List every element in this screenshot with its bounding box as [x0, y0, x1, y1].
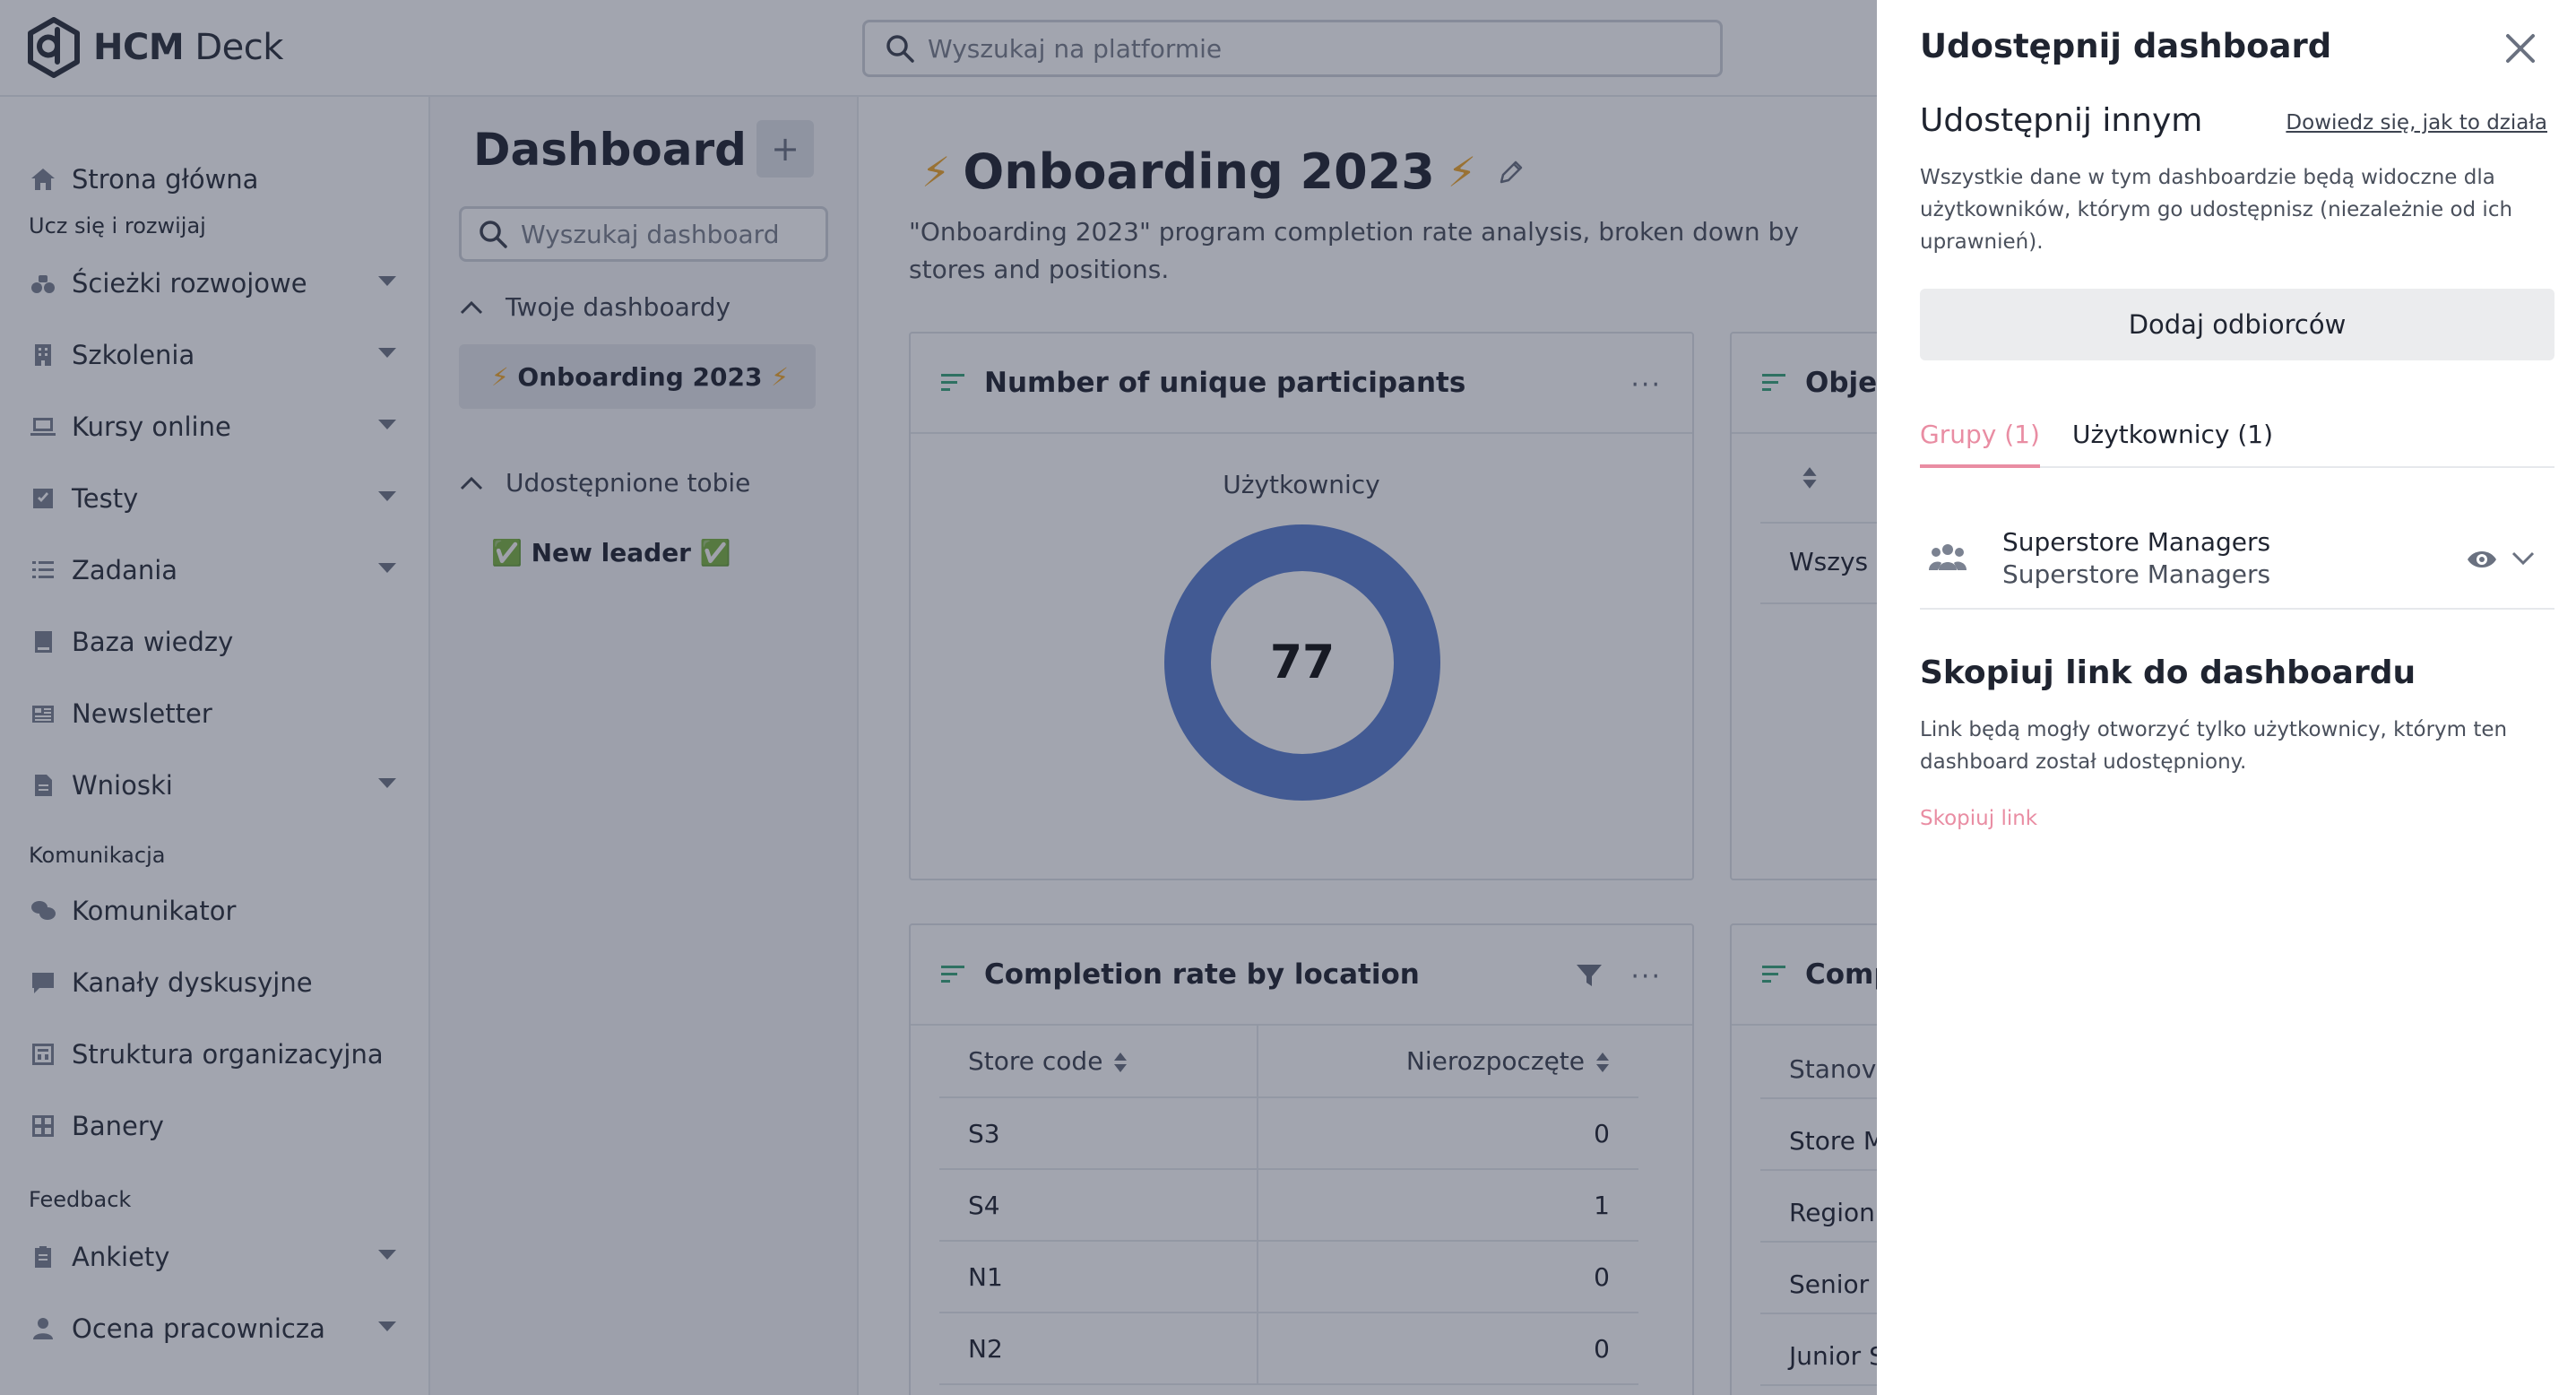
share-dashboard-drawer: Udostępnij dashboard Udostępnij innym Do… [1877, 0, 2576, 1395]
add-recipients-button[interactable]: Dodaj odbiorców [1920, 289, 2554, 360]
copy-link-heading: Skopiuj link do dashboardu [1920, 654, 2416, 691]
modal-overlay[interactable] [0, 0, 1877, 1395]
learn-more-link[interactable]: Dowiedz się, jak to działa [2286, 111, 2547, 134]
share-heading: Udostępnij innym [1920, 102, 2203, 139]
group-list-item[interactable]: Superstore Managers Superstore Managers [1920, 511, 2554, 610]
group-name: Superstore Managers [2002, 527, 2271, 557]
tab-users[interactable]: Użytkownicy (1) [2072, 420, 2273, 468]
eye-icon[interactable] [2467, 547, 2497, 572]
drawer-title: Udostępnij dashboard [1920, 27, 2332, 65]
copy-link-description: Link będą mogły otworzyć tylko użytkowni… [1920, 718, 2508, 774]
group-subtitle: Superstore Managers [2002, 559, 2271, 589]
share-description: Wszystkie dane w tym dashboardzie będą w… [1920, 166, 2513, 254]
tab-groups[interactable]: Grupy (1) [1920, 420, 2040, 468]
chevron-down-icon[interactable] [2511, 550, 2535, 567]
copy-link-button[interactable]: Skopiuj link [1920, 807, 2037, 830]
recipients-tabs: Grupy (1) Użytkownicy (1) [1920, 414, 2554, 468]
users-group-icon [1929, 544, 1967, 570]
close-icon[interactable] [2504, 32, 2537, 65]
